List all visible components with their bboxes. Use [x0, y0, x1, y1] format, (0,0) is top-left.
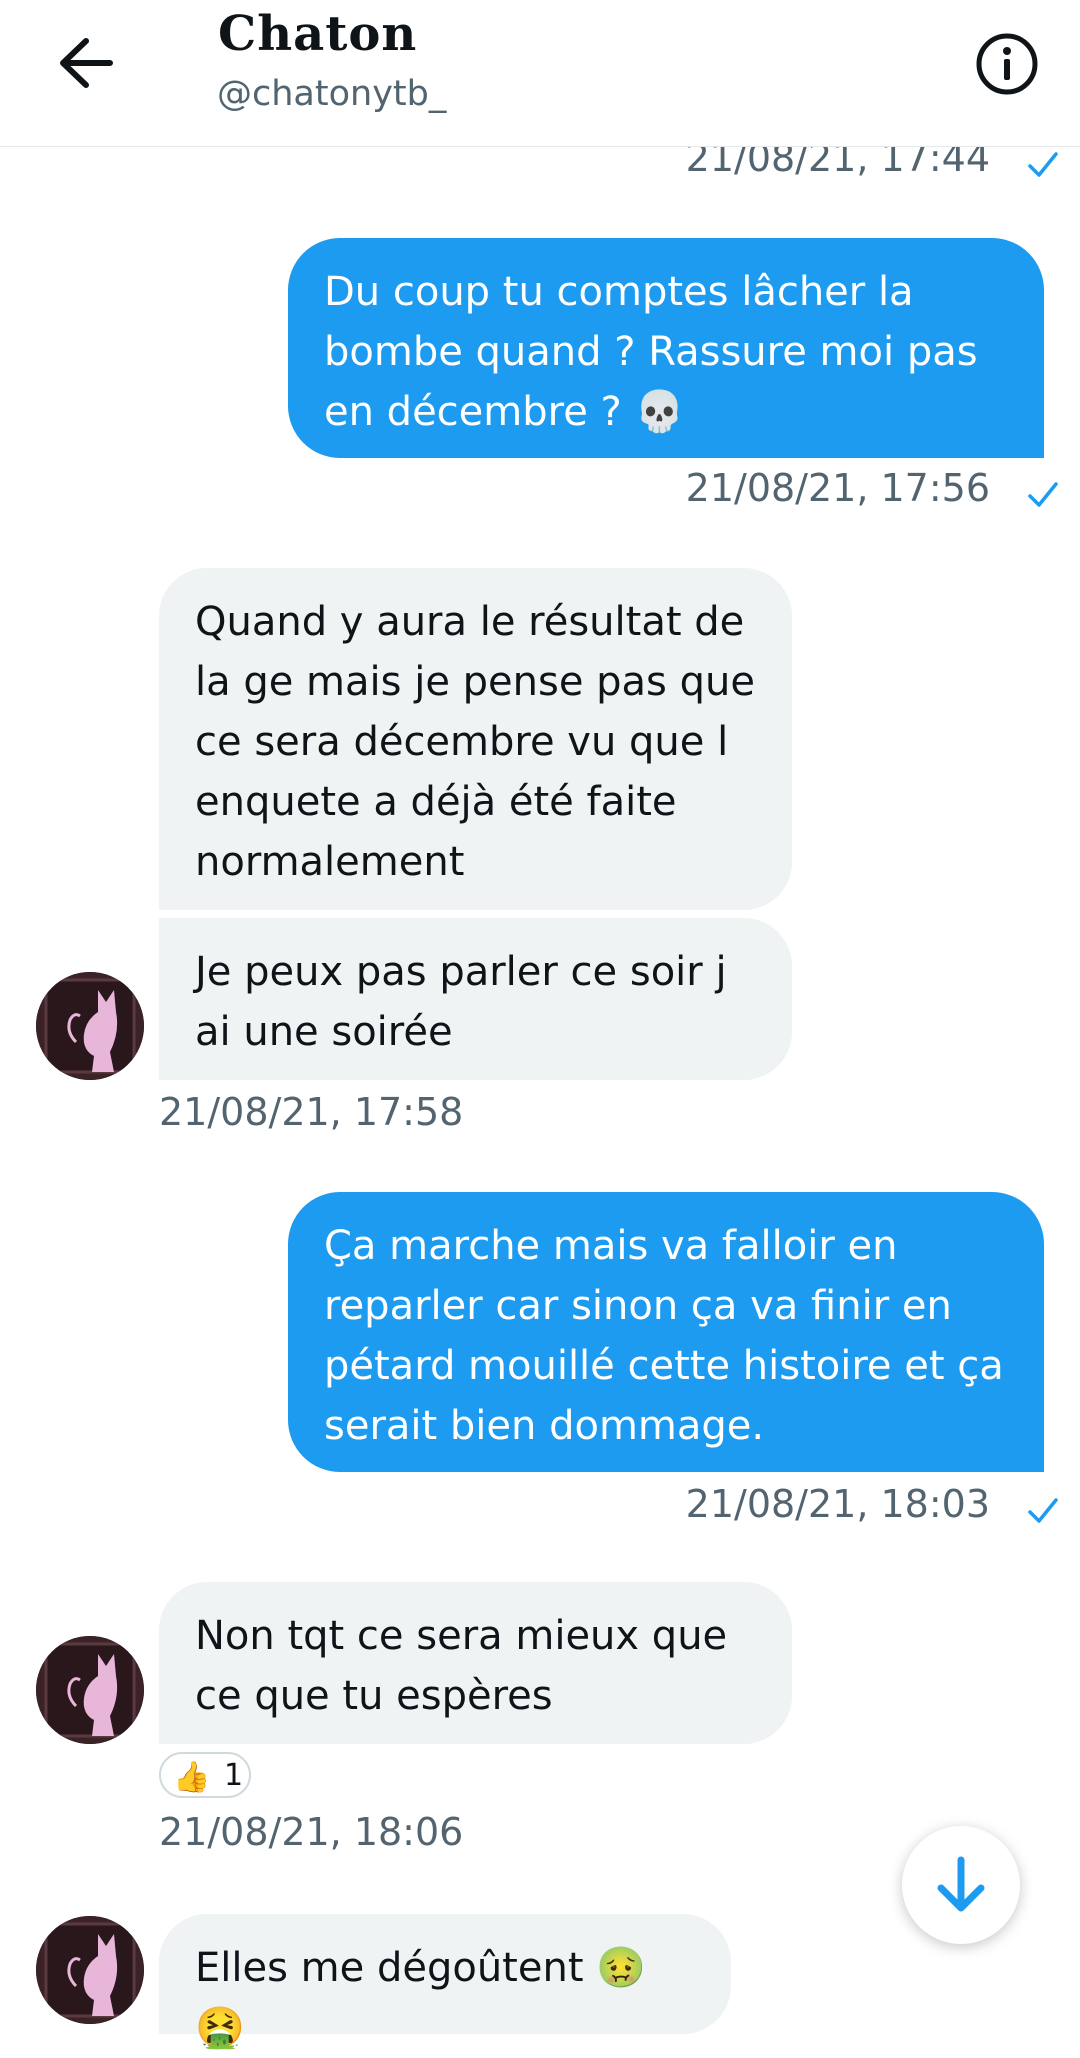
message-bubble-incoming[interactable]: Quand y aura le résultat de la ge mais j… [159, 568, 792, 910]
conversation-header: Chaton @chatonytb_ [0, 0, 1080, 147]
reaction-badge[interactable]: 👍 1 [159, 1752, 251, 1798]
avatar[interactable] [36, 1916, 144, 2024]
message-bubble-outgoing[interactable]: Du coup tu comptes lâcher la bombe quand… [288, 238, 1044, 458]
timestamp: 21/08/21, 17:56 [685, 466, 990, 510]
thumbs-up-icon: 👍 [173, 1760, 211, 1795]
reaction-count: 1 [224, 1758, 244, 1793]
avatar[interactable] [36, 1636, 144, 1744]
scroll-down-arrow-icon [937, 1856, 985, 1912]
read-check-icon [1028, 482, 1058, 507]
scroll-down-button[interactable] [902, 1826, 1020, 1944]
message-bubble-outgoing[interactable]: Ça marche mais va falloir en reparler ca… [288, 1192, 1044, 1472]
avatar[interactable] [36, 972, 144, 1080]
message-bubble-incoming[interactable]: Non tqt ce sera mieux que ce que tu espè… [159, 1582, 792, 1744]
conversation-handle[interactable]: @chatonytb_ [217, 74, 446, 114]
read-check-icon [1028, 152, 1058, 177]
timestamp: 21/08/21, 18:06 [159, 1810, 464, 1854]
timestamp: 21/08/21, 17:58 [159, 1090, 464, 1134]
read-check-icon [1028, 1498, 1058, 1523]
info-icon[interactable] [973, 30, 1041, 98]
timestamp: 21/08/21, 18:03 [685, 1482, 990, 1526]
message-bubble-incoming[interactable]: Elles me dégoûtent 🤢🤮 [159, 1914, 731, 2051]
message-bubble-incoming[interactable]: Je peux pas parler ce soir j ai une soir… [159, 918, 792, 1080]
back-arrow-icon[interactable] [50, 28, 120, 98]
conversation-title[interactable]: Chaton [218, 6, 417, 62]
